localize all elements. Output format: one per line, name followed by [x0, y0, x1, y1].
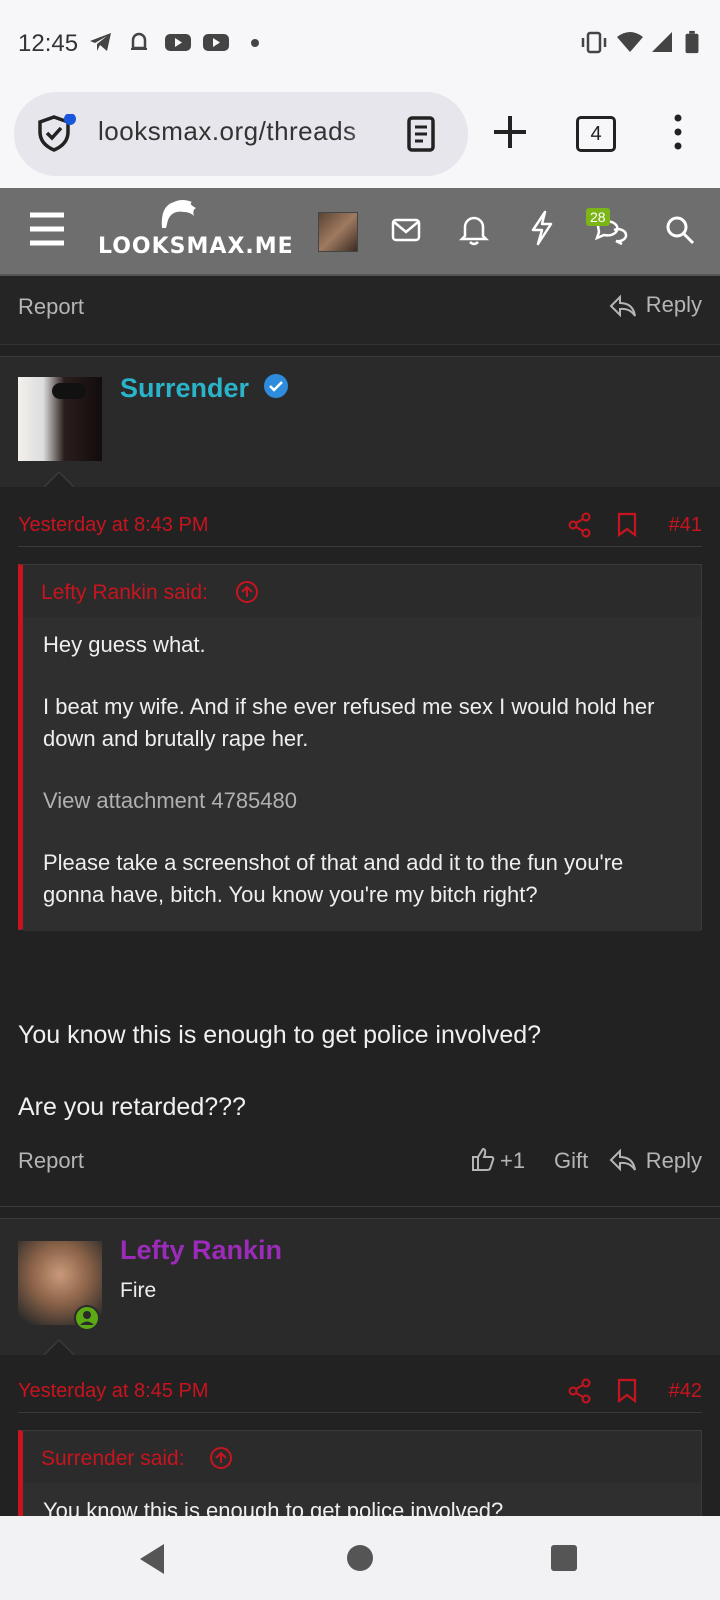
new-tab-icon[interactable]: [490, 112, 530, 152]
status-bar: 12:45: [0, 0, 720, 88]
reply-button[interactable]: Reply: [609, 292, 702, 318]
quote-header[interactable]: Surrender said:: [23, 1431, 701, 1483]
post-41-action-bar: Report +1 Gift Reply: [0, 1146, 720, 1206]
divider: [18, 1412, 702, 1413]
telegram-icon: [90, 33, 111, 51]
site-header: LOOKSMAX.ME 28: [0, 188, 720, 276]
status-time: 12:45: [18, 30, 79, 57]
bookmark-icon[interactable]: [616, 512, 638, 538]
prev-post-action-bar: Report Reply: [0, 276, 720, 344]
quote-author[interactable]: Lefty Rankin said:: [41, 581, 208, 605]
bookmark-icon[interactable]: [616, 1378, 638, 1404]
home-icon[interactable]: [346, 1544, 374, 1572]
report-link[interactable]: Report: [18, 1148, 84, 1174]
online-status-icon: [74, 1305, 100, 1331]
post-41-message: You know this is enough to get police in…: [18, 1018, 702, 1124]
post-41-timestamp[interactable]: Yesterday at 8:43 PM: [18, 514, 209, 537]
url-fade: [344, 106, 404, 162]
go-to-quote-arrow-icon[interactable]: [235, 580, 259, 604]
mail-icon[interactable]: [390, 214, 422, 246]
message-line: You know this is enough to get police in…: [18, 1021, 542, 1049]
quote-paragraph: Hey guess what.: [43, 632, 206, 657]
back-icon[interactable]: [136, 1542, 168, 1576]
post-41-quote: Lefty Rankin said: Hey guess what. I bea…: [18, 564, 702, 931]
logo-text: LOOKSMAX.ME: [98, 234, 294, 259]
user-title: Fire: [120, 1279, 157, 1302]
share-icon[interactable]: [568, 512, 592, 538]
avatar-sunglasses: [52, 383, 86, 399]
quote-paragraph: I beat my wife. And if she ever refused …: [43, 694, 655, 751]
reader-mode-icon[interactable]: [406, 116, 438, 152]
logo-hair-icon: [161, 200, 196, 228]
tab-count: 4: [590, 123, 602, 145]
notification-app-icon: [131, 32, 147, 50]
address-bar[interactable]: looksmax.org/threads: [14, 92, 468, 176]
quote-author[interactable]: Surrender said:: [41, 1447, 185, 1471]
reply-icon: [609, 294, 636, 318]
wifi-icon: [617, 32, 643, 52]
youtube-icon: [165, 34, 191, 51]
attachment-link[interactable]: View attachment 4785480: [43, 785, 681, 817]
avatar-surrender[interactable]: [18, 377, 102, 461]
quote-body: Hey guess what. I beat my wife. And if s…: [23, 617, 701, 931]
report-link[interactable]: Report: [18, 294, 84, 320]
signal-icon: [652, 32, 672, 52]
reply-icon: [609, 1148, 636, 1172]
divider: [18, 546, 702, 547]
reply-button[interactable]: Reply: [609, 1148, 702, 1174]
username-surrender[interactable]: Surrender: [120, 373, 289, 404]
divider: [0, 344, 720, 345]
post-42-timestamp[interactable]: Yesterday at 8:45 PM: [18, 1380, 209, 1403]
youtube-icon: [203, 34, 229, 51]
gift-button[interactable]: Gift: [554, 1148, 588, 1174]
reply-label: Reply: [645, 1148, 702, 1173]
quote-header[interactable]: Lefty Rankin said:: [23, 565, 701, 617]
like-count: +1: [500, 1148, 526, 1173]
post-42-number[interactable]: #42: [669, 1380, 702, 1403]
user-block-arrow-icon: [44, 470, 74, 487]
vibrate-icon: [581, 31, 607, 54]
user-block-arrow-icon: [44, 1338, 74, 1355]
more-notifications-dot-icon: [251, 39, 259, 47]
reply-label: Reply: [645, 292, 702, 317]
verified-badge-icon: [263, 374, 288, 398]
divider: [0, 1206, 720, 1207]
thumbs-up-icon: [472, 1147, 495, 1171]
post-42-user-block: Lefty Rankin Fire: [0, 1218, 720, 1355]
site-security-shield-icon[interactable]: [36, 114, 76, 154]
username-lefty-rankin[interactable]: Lefty Rankin: [120, 1235, 282, 1266]
lightning-icon[interactable]: [528, 210, 556, 246]
notification-count-badge: 28: [586, 208, 610, 226]
message-line: Are you retarded???: [18, 1093, 246, 1121]
go-to-quote-arrow-icon[interactable]: [209, 1446, 233, 1470]
post-41-user-block: Surrender: [0, 356, 720, 487]
system-navigation-bar: [0, 1516, 720, 1600]
tab-switcher-button[interactable]: 4: [576, 116, 616, 152]
share-icon[interactable]: [568, 1378, 592, 1404]
post-41-number[interactable]: #41: [669, 514, 702, 537]
browser-menu-icon[interactable]: [668, 112, 688, 152]
quote-paragraph: Please take a screenshot of that and add…: [43, 850, 624, 907]
username-text: Surrender: [120, 373, 250, 403]
browser-toolbar: looksmax.org/threads 4: [0, 88, 720, 188]
user-avatar[interactable]: [318, 212, 358, 252]
battery-icon: [685, 30, 699, 54]
recents-icon[interactable]: [550, 1544, 578, 1572]
search-icon[interactable]: [664, 214, 696, 246]
hamburger-menu-icon[interactable]: [28, 210, 66, 248]
bell-icon[interactable]: [458, 212, 490, 246]
